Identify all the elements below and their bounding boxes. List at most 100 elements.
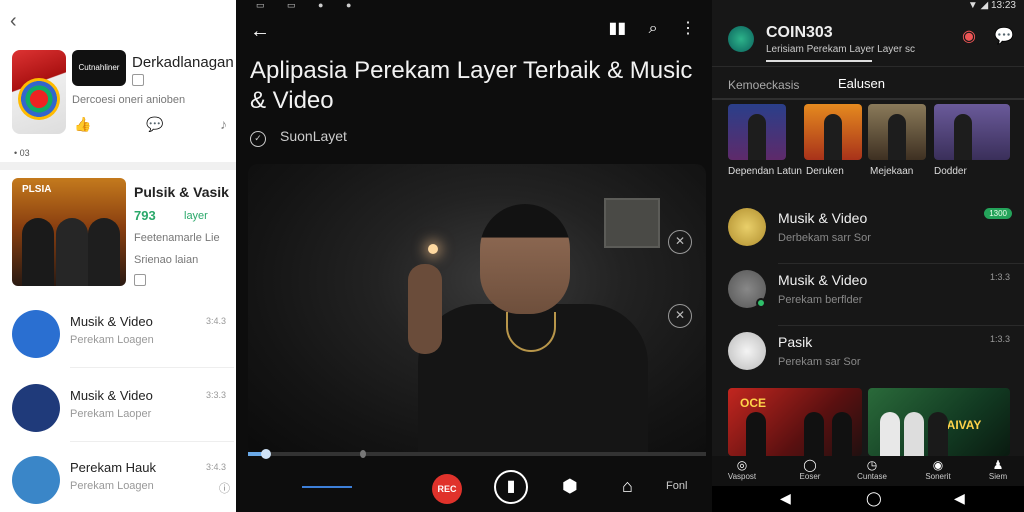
toolbar: ▮▮ ⌕ ⋮ bbox=[591, 18, 696, 38]
system-nav: ◀ ◯ ◀ bbox=[712, 486, 1024, 512]
person-figure bbox=[88, 218, 120, 286]
person-head bbox=[480, 204, 570, 314]
home-icon[interactable]: ⌂ bbox=[622, 476, 633, 497]
external-icon[interactable]: ⓘ bbox=[219, 480, 230, 496]
back-arrow-icon[interactable]: ← bbox=[250, 20, 270, 43]
item-avatar bbox=[12, 456, 60, 504]
card-label: Dependan Latun bbox=[728, 166, 802, 177]
thumbnail-card[interactable] bbox=[868, 104, 926, 160]
action-label[interactable]: Fonl bbox=[666, 480, 687, 492]
bottom-nav: ◎ Vaspost ◯ Eoser ◷ Cuntase ◉ Sonerit ♟ Siem bbox=[712, 456, 1024, 486]
app-header[interactable]: Cutnahliner Derkadlanagan Dercoesi oneri… bbox=[12, 50, 234, 140]
verified-icon: ✓ bbox=[250, 131, 266, 147]
thumbs-up-icon[interactable]: 👍 bbox=[74, 116, 91, 133]
nav-icon: ◎ bbox=[736, 458, 748, 472]
item-subtitle: Derbekam sarr Sor bbox=[778, 232, 871, 244]
share-icon[interactable]: ♪ bbox=[220, 116, 227, 132]
online-indicator bbox=[756, 298, 766, 308]
comment-icon[interactable]: 💬 bbox=[146, 116, 163, 133]
item-avatar bbox=[728, 332, 766, 370]
checkbox-icon[interactable] bbox=[134, 274, 146, 286]
checkbox-icon[interactable] bbox=[132, 74, 144, 86]
person-figure bbox=[56, 218, 88, 286]
progress-knob[interactable] bbox=[261, 449, 272, 459]
app-meta: • 03 bbox=[14, 148, 30, 158]
item-title: Musik & Video bbox=[70, 314, 153, 329]
pin-icon[interactable]: ✕ bbox=[668, 304, 692, 328]
video-player[interactable]: ✕ ✕ bbox=[248, 164, 706, 454]
pin-icon[interactable]: ✕ bbox=[668, 230, 692, 254]
record-ring-icon bbox=[18, 78, 60, 120]
tab-2[interactable]: Ealusen bbox=[838, 76, 885, 91]
list-item[interactable]: Musik & Video Perekam Laoper 3:3.3 bbox=[12, 380, 234, 442]
author-row[interactable]: ✓ SuonLayet bbox=[250, 128, 347, 147]
thumbnail-card[interactable] bbox=[934, 104, 1010, 160]
nav-item[interactable]: ◯ Eoser bbox=[790, 458, 830, 481]
person-figure bbox=[888, 114, 906, 160]
home-nav-icon[interactable]: ◯ bbox=[866, 490, 882, 507]
nav-label: Cuntase bbox=[857, 472, 887, 481]
thumbnail-card[interactable] bbox=[728, 104, 786, 160]
tab-1[interactable]: Kemoeckasis bbox=[728, 78, 799, 92]
divider bbox=[712, 66, 1024, 67]
banner-card[interactable]: OCE bbox=[728, 388, 862, 456]
app-icon bbox=[12, 50, 66, 134]
nav-item[interactable]: ◎ Vaspost bbox=[722, 458, 762, 481]
chat-icon[interactable]: 💬 bbox=[994, 26, 1014, 46]
item-subtitle: Perekam Loagen bbox=[70, 480, 154, 492]
tab-indicator bbox=[302, 486, 352, 488]
card-label: Deruken bbox=[806, 166, 844, 177]
featured-title: Pulsik & Vasik bbox=[134, 184, 229, 200]
right-panel: ▼ ◢ 13:23 COIN303 Lerisiam Perekam Layer… bbox=[712, 0, 1024, 512]
app-title: COIN303 bbox=[766, 24, 833, 41]
book-icon[interactable]: ▮▮ bbox=[609, 20, 627, 37]
featured-badge-label: layer bbox=[184, 210, 208, 222]
back-nav-icon[interactable]: ◀ bbox=[780, 490, 791, 507]
nav-item[interactable]: ◉ Sonerit bbox=[918, 458, 958, 481]
item-count: 3:4.3 bbox=[205, 316, 226, 326]
person-figure bbox=[748, 114, 766, 160]
status-badge: 1300 bbox=[984, 208, 1012, 219]
nav-icon: ◉ bbox=[932, 458, 944, 472]
play-button[interactable]: ▮ bbox=[494, 470, 528, 504]
banner-text: OCE bbox=[740, 396, 767, 410]
middle-panel: ▭ ▭ ● ● ← ▮▮ ⌕ ⋮ Aplipasia Perekam Layer… bbox=[236, 0, 712, 512]
back-icon[interactable]: ‹ bbox=[10, 10, 17, 33]
person-hand bbox=[408, 264, 442, 354]
nav-label: Sonerit bbox=[925, 472, 951, 481]
nav-item[interactable]: ♟ Siem bbox=[978, 458, 1018, 481]
divider bbox=[70, 441, 234, 442]
person-figure bbox=[928, 412, 948, 456]
featured-badge-value: 793 bbox=[134, 208, 156, 223]
person-figure bbox=[746, 412, 766, 456]
page-title: Aplipasia Perekam Layer Terbaik & Music … bbox=[250, 57, 693, 114]
item-subtitle: Perekam Loagen bbox=[70, 334, 154, 346]
person-figure bbox=[804, 412, 824, 456]
item-count: 1:3.3 bbox=[989, 272, 1010, 282]
record-icon[interactable]: ◉ bbox=[962, 26, 976, 46]
app-subtitle: Dercoesi oneri anioben bbox=[72, 94, 186, 106]
search-icon[interactable]: ⌕ bbox=[649, 20, 658, 37]
list-item[interactable]: Musik & Video Perekam berflder 1:3.3 bbox=[712, 264, 1024, 326]
item-avatar bbox=[12, 310, 60, 358]
list-item[interactable]: Musik & Video Derbekam sarr Sor 1300 bbox=[712, 202, 1024, 264]
record-button[interactable]: REC bbox=[432, 474, 462, 504]
more-icon[interactable]: ⋮ bbox=[680, 20, 696, 37]
list-item[interactable]: Musik & Video Perekam Loagen 3:4.3 bbox=[12, 306, 234, 368]
video-person bbox=[398, 204, 648, 454]
list-item[interactable]: Perekam Hauk Perekam Loagen 3:4.3 ⓘ bbox=[12, 452, 234, 512]
camera-icon[interactable]: ⬢ bbox=[562, 476, 578, 497]
card-label: Dodder bbox=[934, 166, 967, 177]
progress-bar[interactable] bbox=[248, 449, 706, 459]
list-item[interactable]: Pasik Perekam sar Sor 1:3.3 bbox=[712, 326, 1024, 388]
nav-label: Vaspost bbox=[727, 472, 757, 481]
person-figure bbox=[22, 218, 54, 286]
banner-card[interactable]: DAIVAY bbox=[868, 388, 1010, 456]
nav-icon: ♟ bbox=[992, 458, 1004, 472]
thumbnail-card[interactable] bbox=[804, 104, 862, 160]
underline bbox=[766, 60, 872, 62]
nav-item[interactable]: ◷ Cuntase bbox=[852, 458, 892, 481]
recent-nav-icon[interactable]: ◀ bbox=[954, 490, 965, 507]
item-count: 3:3.3 bbox=[205, 390, 226, 400]
featured-card[interactable]: PLSIA Pulsik & Vasik 793 layer Feetenama… bbox=[12, 178, 234, 294]
